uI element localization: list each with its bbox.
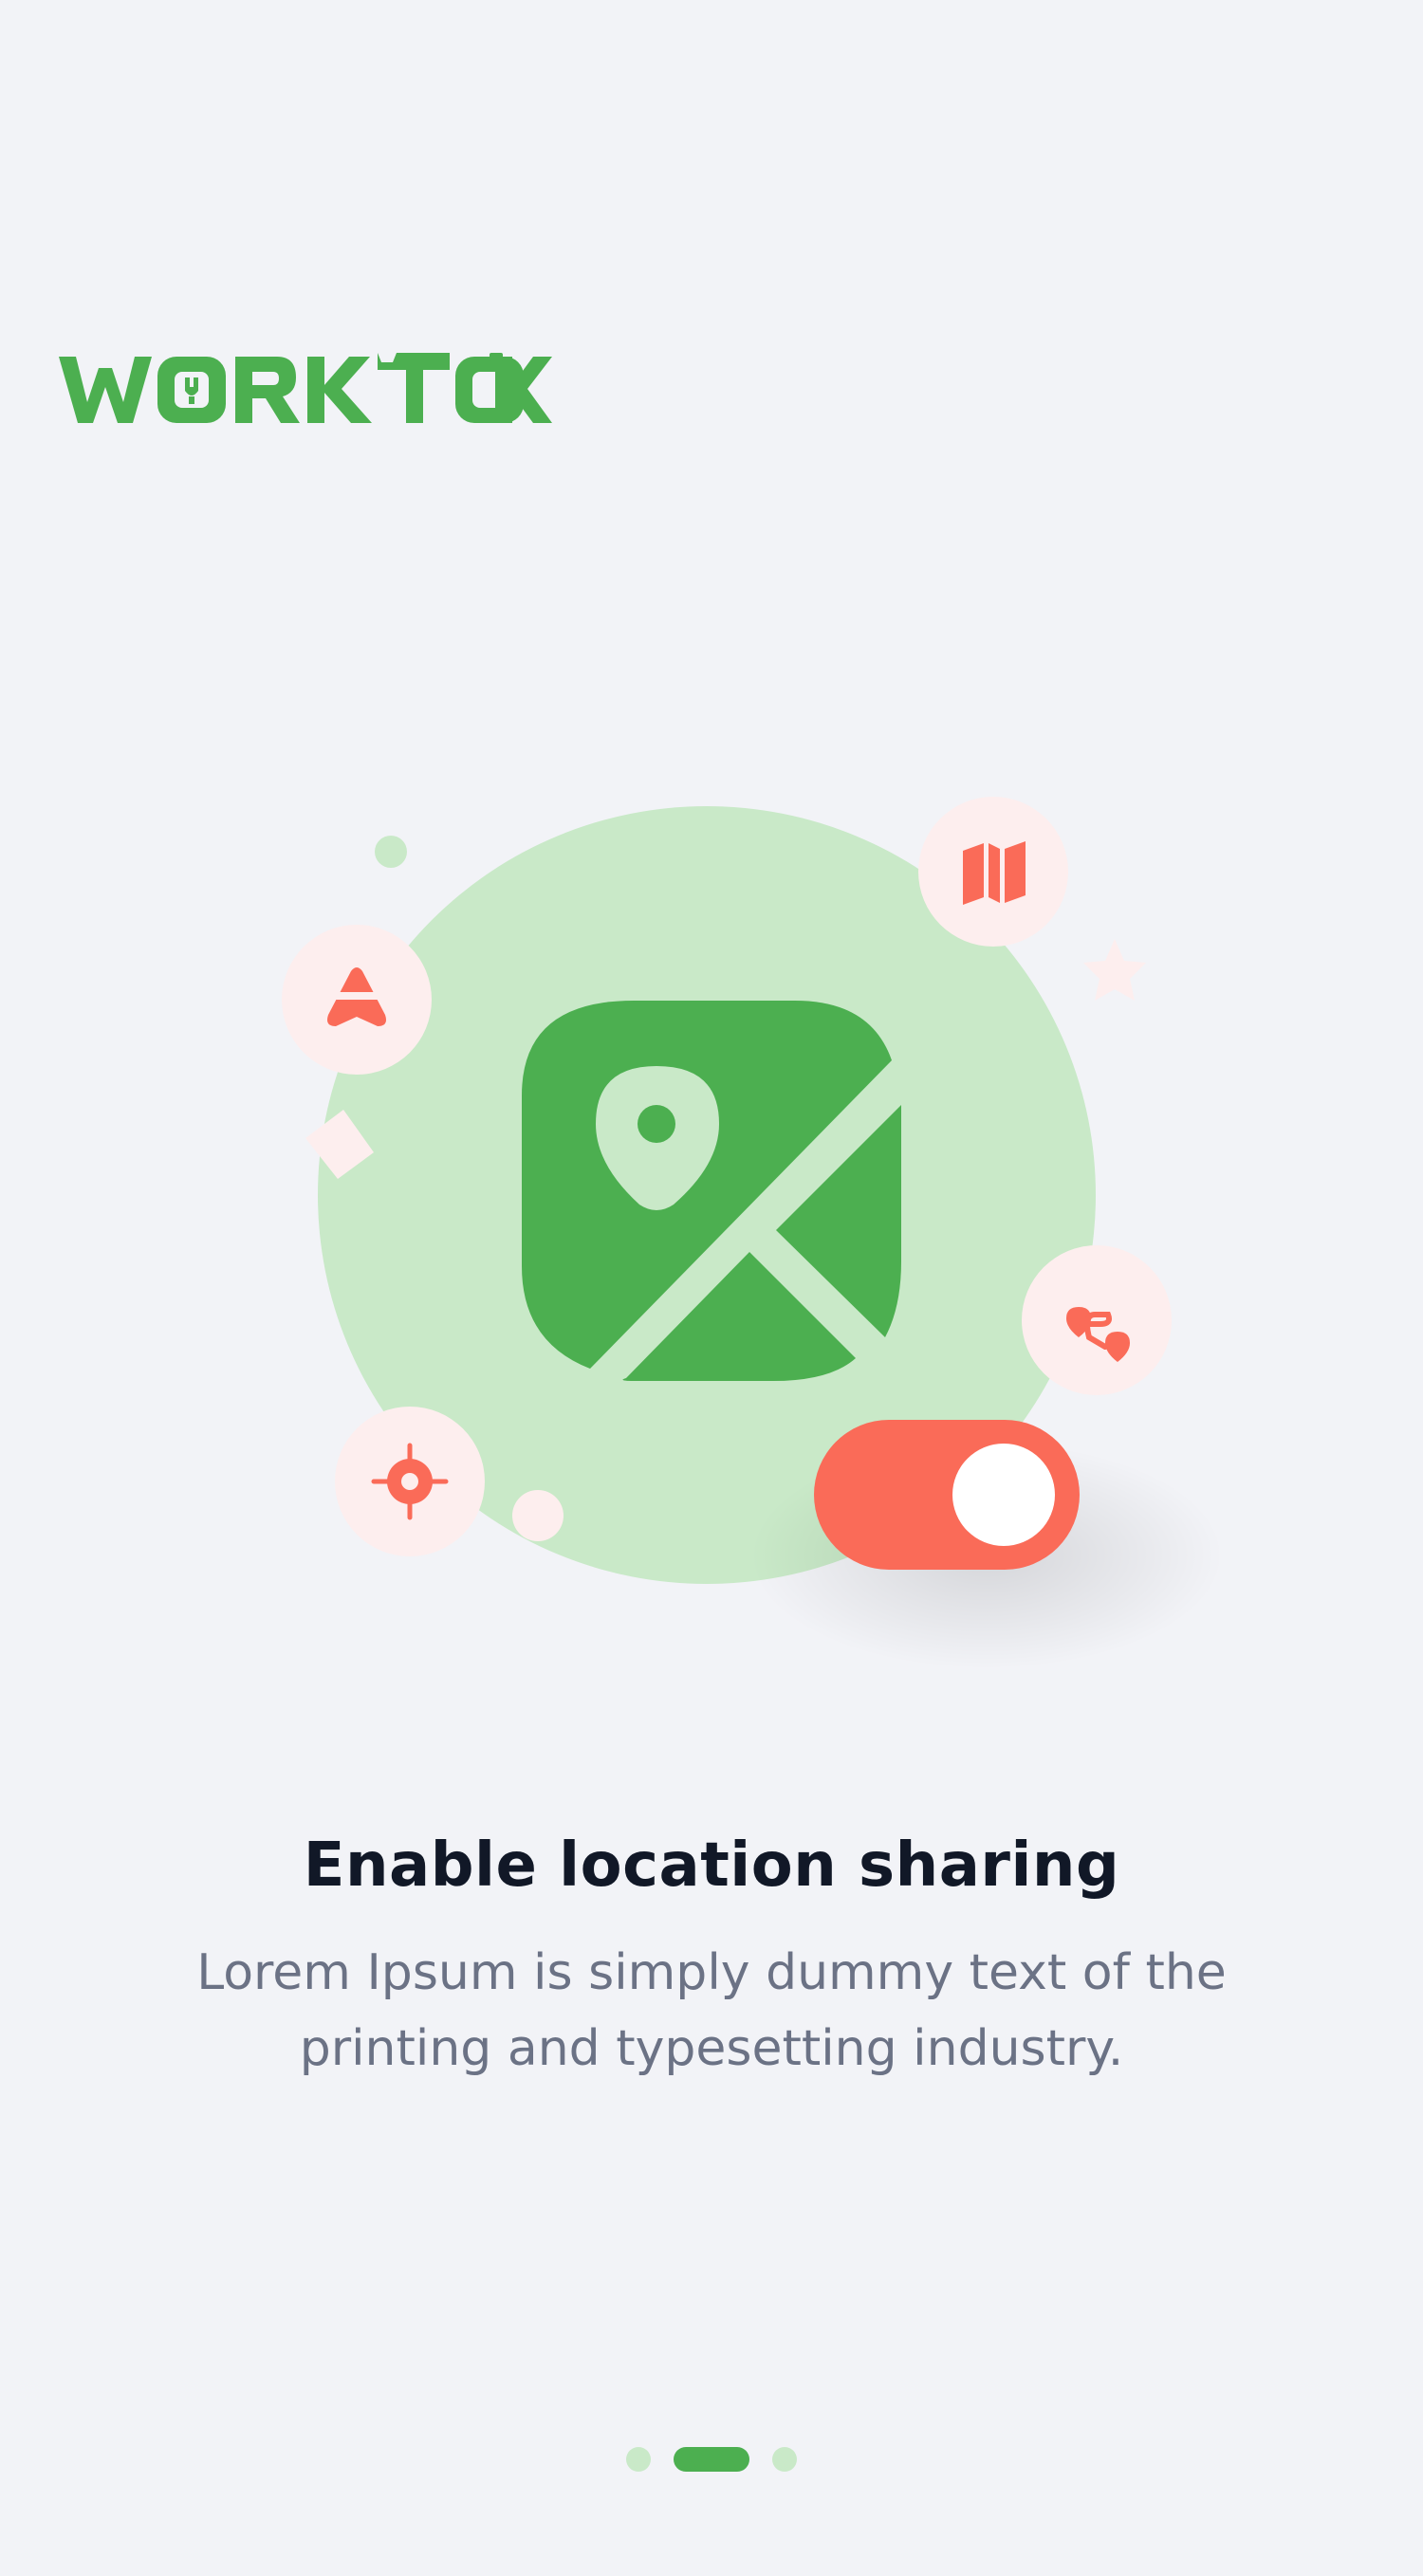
toggle-knob bbox=[952, 1444, 1055, 1546]
page-dot-3[interactable] bbox=[772, 2447, 797, 2472]
map-icon bbox=[918, 797, 1068, 947]
decor-dot-top bbox=[375, 836, 407, 868]
route-icon bbox=[1022, 1245, 1172, 1395]
page-dot-2-active[interactable] bbox=[674, 2447, 749, 2472]
target-icon bbox=[335, 1407, 485, 1556]
location-toggle-switch[interactable] bbox=[814, 1420, 1080, 1570]
decor-star bbox=[1083, 939, 1146, 1001]
decor-dot-bottom bbox=[512, 1490, 564, 1541]
page-dot-1[interactable] bbox=[626, 2447, 651, 2472]
onboarding-subtitle: Lorem Ipsum is simply dummy text of the … bbox=[196, 1944, 1227, 2077]
page-indicator bbox=[0, 2447, 1423, 2472]
navigation-icon bbox=[282, 925, 432, 1075]
onboarding-title: Enable location sharing bbox=[303, 1831, 1120, 1901]
onboarding-screen: Enable location sharing Lorem Ipsum is s… bbox=[0, 0, 1423, 2576]
location-illustration bbox=[282, 797, 1224, 1669]
